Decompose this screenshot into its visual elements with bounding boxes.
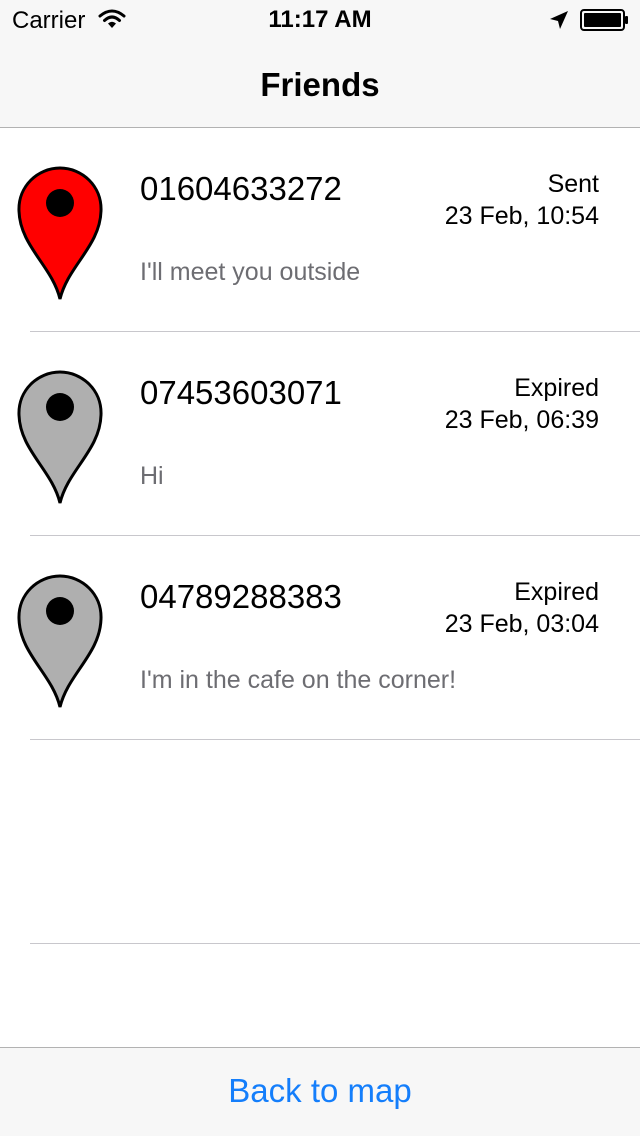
map-pin-icon [17, 166, 103, 300]
friend-message: I'm in the cafe on the corner! [140, 666, 457, 694]
friend-message: I'll meet you outside [140, 258, 361, 286]
bottom-toolbar: Back to map [0, 1047, 640, 1136]
friend-phone-number: 07453603071 [140, 374, 342, 411]
friend-row[interactable]: 01604633272 Sent 23 Feb, 10:54 I'll meet… [0, 128, 640, 332]
back-to-map-button[interactable]: Back to map [0, 1072, 640, 1110]
friend-row[interactable]: 04789288383 Expired 23 Feb, 03:04 I'm in… [0, 536, 640, 740]
friend-timestamp: 23 Feb, 03:04 [444, 610, 599, 638]
friend-phone-number: 01604633272 [140, 170, 342, 207]
page-title: Friends [260, 66, 380, 103]
navigation-bar: Friends [0, 40, 640, 128]
friend-row[interactable]: 07453603071 Expired 23 Feb, 06:39 Hi [0, 332, 640, 536]
friend-timestamp: 23 Feb, 06:39 [444, 406, 599, 434]
friend-status-label: Expired [514, 578, 599, 606]
map-pin-icon [17, 370, 103, 504]
empty-row [0, 740, 640, 944]
friend-status-label: Sent [547, 170, 599, 198]
friend-timestamp: 23 Feb, 10:54 [444, 202, 599, 230]
battery-full-icon [580, 9, 628, 31]
friend-status-label: Expired [514, 374, 599, 402]
row-separator [30, 943, 640, 944]
status-time: 11:17 AM [268, 6, 372, 33]
friend-message: Hi [140, 462, 164, 490]
friend-phone-number: 04789288383 [140, 578, 342, 615]
location-arrow-icon [550, 11, 568, 29]
status-bar: Carrier 11:17 AM [0, 0, 640, 40]
map-pin-icon [17, 574, 103, 708]
friend-list: 01604633272 Sent 23 Feb, 10:54 I'll meet… [0, 128, 640, 944]
friends-screen: Carrier 11:17 AM Friends 01604633272 Sen… [0, 0, 640, 1136]
